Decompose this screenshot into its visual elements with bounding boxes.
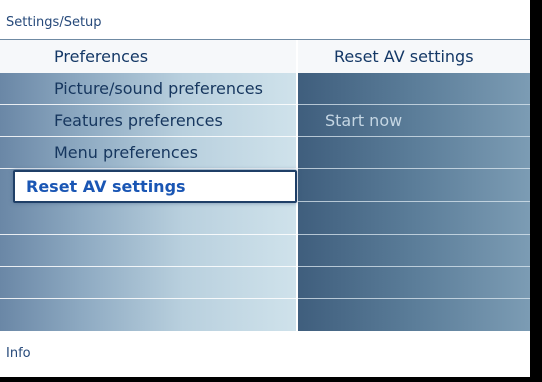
tv-menu-screen: Settings/Setup Preferences Reset AV sett… — [0, 0, 530, 377]
info-label: Info — [6, 346, 31, 361]
submenu-header: Reset AV settings — [298, 40, 530, 73]
breadcrumb: Settings/Setup — [6, 15, 102, 30]
submenu-item-start-now[interactable]: Start now — [298, 105, 530, 137]
submenu-item-empty[interactable] — [298, 235, 530, 267]
menu-item-empty[interactable] — [0, 203, 296, 235]
menu-item-empty[interactable] — [0, 267, 296, 299]
submenu-item-empty[interactable] — [298, 203, 530, 235]
menu-item-reset-av-settings[interactable]: Reset AV settings — [13, 170, 297, 203]
menu-item-label: Features preferences — [54, 111, 223, 130]
menu-item-features-preferences[interactable]: Features preferences — [0, 105, 296, 137]
submenu-item-empty[interactable] — [298, 267, 530, 299]
menu-item-label: Picture/sound preferences — [54, 79, 263, 98]
menu-item-label: Menu preferences — [54, 143, 198, 162]
submenu-item-label: Start now — [325, 111, 403, 130]
menu-item-menu-preferences[interactable]: Menu preferences — [0, 137, 296, 169]
menu-title: Preferences — [54, 47, 149, 66]
submenu-item-empty[interactable] — [298, 73, 530, 105]
submenu-item-empty[interactable] — [298, 137, 530, 169]
menu-item-label: Reset AV settings — [26, 177, 186, 196]
menu-item-picture-sound-preferences[interactable]: Picture/sound preferences — [0, 73, 296, 105]
submenu-item-empty[interactable] — [298, 170, 530, 202]
menu-item-empty[interactable] — [0, 235, 296, 267]
menu-header: Preferences — [0, 40, 296, 73]
submenu-title: Reset AV settings — [334, 47, 474, 66]
